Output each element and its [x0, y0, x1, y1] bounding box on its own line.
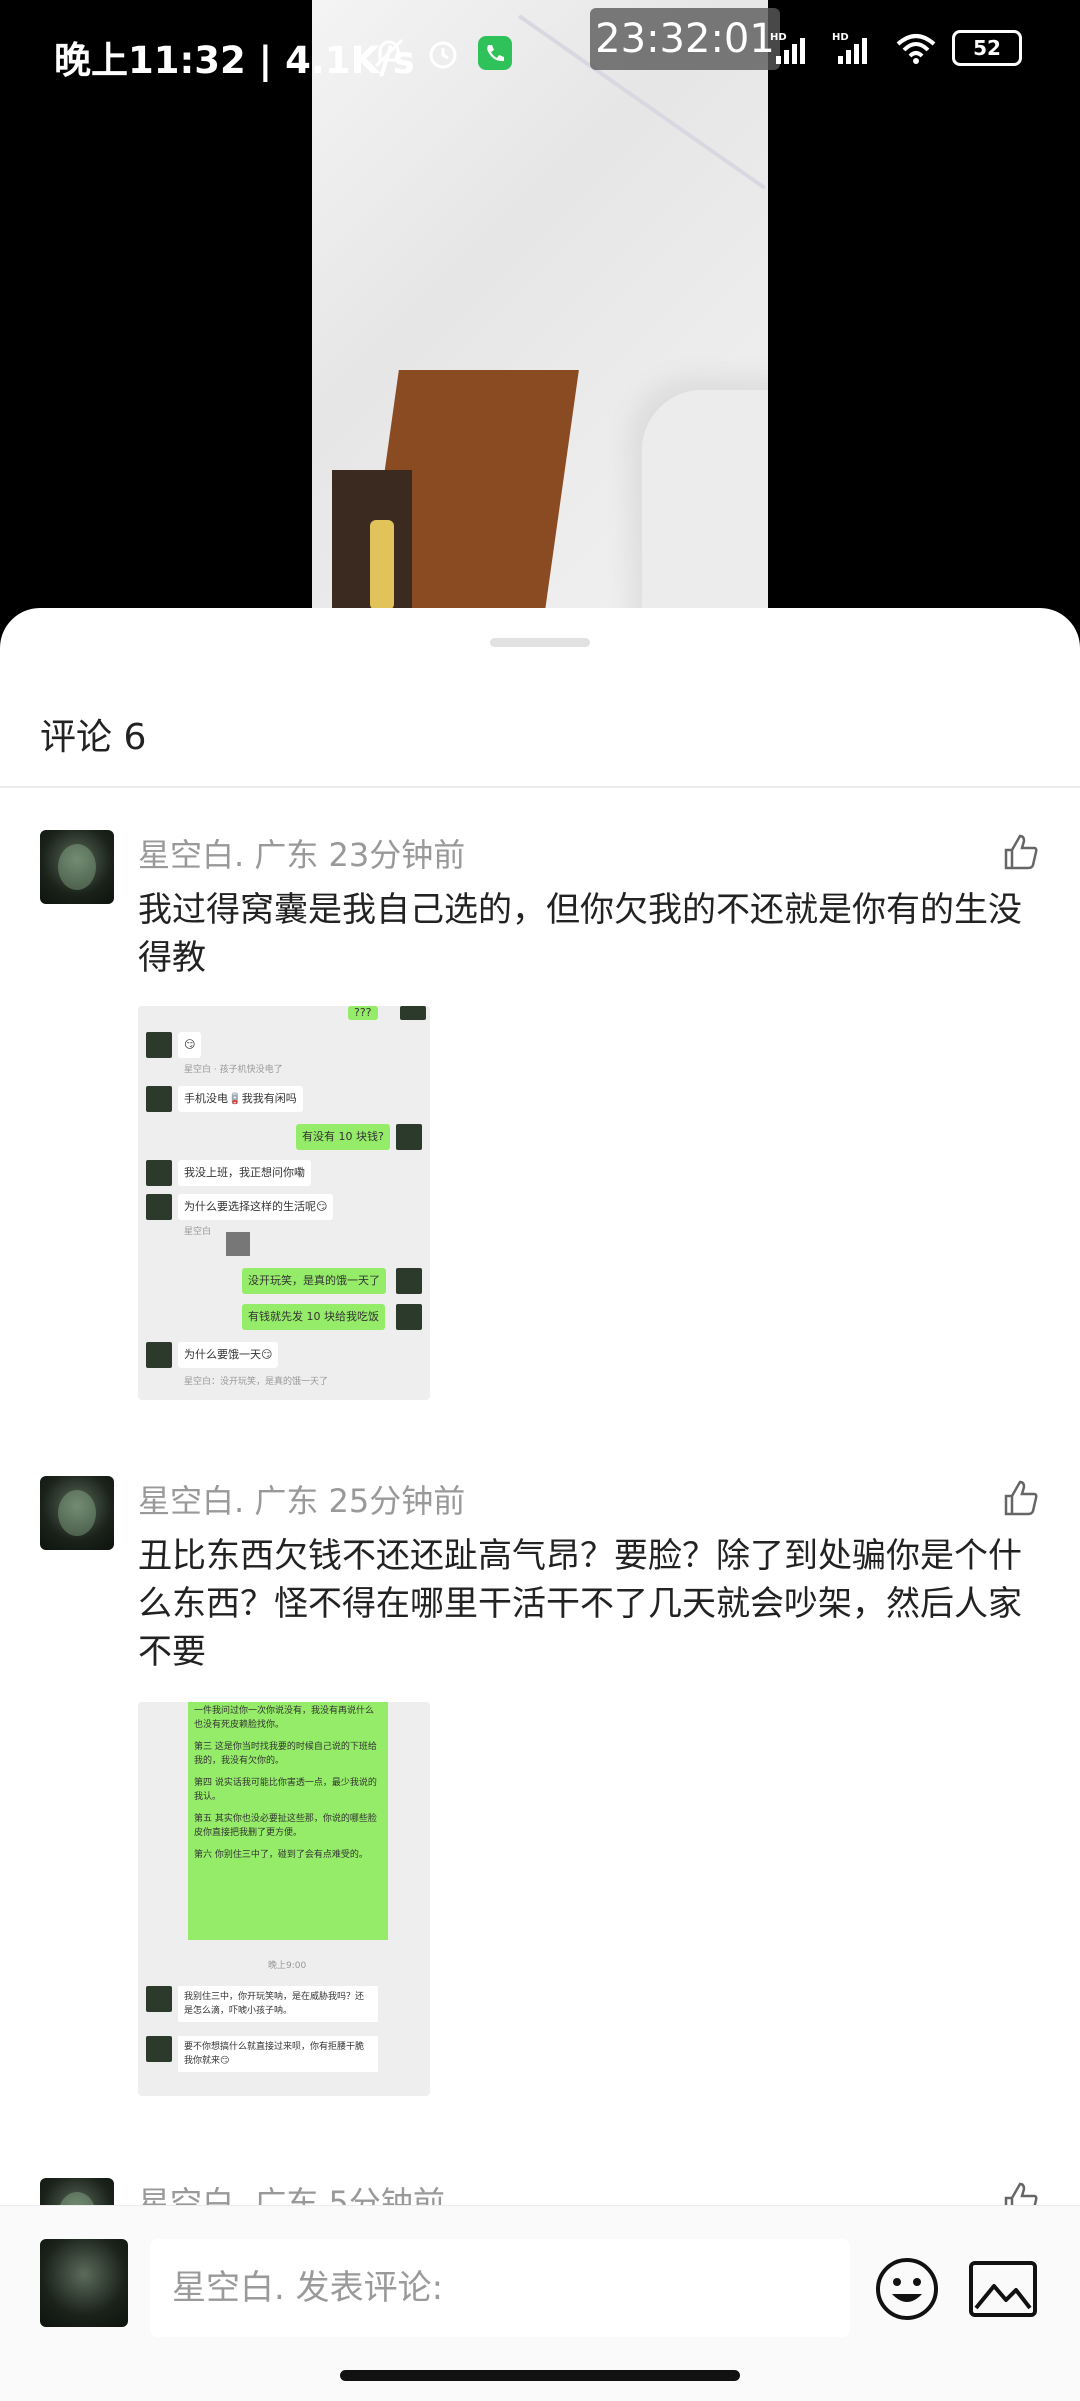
chat-block-line: 第四 说实话我可能比你害透一点，最少我说的我认。: [194, 1778, 377, 1802]
signal-hd-icon-2: HD: [832, 32, 867, 64]
phone-call-icon: [478, 36, 512, 70]
mini-avatar: [396, 1124, 422, 1150]
image-icon[interactable]: [968, 2260, 1038, 2318]
chat-system-text: 星空白: [184, 1227, 212, 1237]
mini-avatar: [146, 1986, 172, 2012]
wifi-icon: [896, 34, 936, 64]
mute-bell-icon: [374, 38, 404, 68]
mini-avatar: [146, 1086, 172, 1112]
chat-bubble: 要不你想搞什么就直接过来呗，你有拒腰干脆我你就来😏: [178, 2036, 378, 2072]
chat-bubble: 我别住三中，你开玩笑呐，是在威胁我吗？还是怎么滴，吓唬小孩子呐。: [178, 1986, 378, 2022]
mini-avatar: [146, 2036, 172, 2062]
chat-bubble: 为什么要饿一天😏: [178, 1342, 279, 1368]
thumbs-up-icon[interactable]: [1000, 832, 1040, 872]
mini-avatar: [146, 1342, 172, 1368]
svg-text:HD: HD: [770, 32, 787, 43]
comment-image[interactable]: 一件我问过你一次你说没有，我没有再说什么也没有死皮赖脸找你。 第三 这是你当时找…: [138, 1702, 430, 2096]
avatar[interactable]: [40, 1476, 114, 1550]
comment-meta[interactable]: 星空白. 广东 23分钟前: [138, 830, 465, 876]
chat-bubble: 有钱就先发 10 块给我吃饭: [242, 1304, 385, 1330]
mini-avatar: [146, 1160, 172, 1186]
chat-block-line: 一件我问过你一次你说没有，我没有再说什么也没有死皮赖脸找你。: [194, 1706, 375, 1730]
chat-block-line: 第五 其实你也没必要扯这些那，你说的哪些脸皮你直接把我删了更方便。: [194, 1814, 377, 1838]
chat-block-line: 第六 你别住三中了，碰到了会有点难受的。: [194, 1850, 368, 1860]
chat-bubble: 手机没电🪫我我有闲吗: [178, 1086, 303, 1112]
chat-bubble: 为什么要选择这样的生活呢😏: [178, 1194, 334, 1220]
chat-timestamp: 晚上9:00: [268, 1961, 307, 1971]
status-time: 晚上11:32: [54, 39, 246, 82]
alarm-icon: [429, 41, 457, 69]
mini-avatar: [146, 1194, 172, 1220]
status-bar: 晚上11:32 | 4.1K/s 23:32:01 HD HD 52: [0, 0, 1080, 110]
signal-hd-icon: HD: [770, 32, 805, 64]
battery-indicator: 52: [952, 30, 1022, 66]
comment-meta[interactable]: 星空白. 广东 25分钟前: [138, 1476, 465, 1522]
clock-overlay: 23:32:01: [590, 8, 780, 70]
mini-avatar: [400, 1006, 426, 1020]
thumbs-up-icon[interactable]: [1000, 1478, 1040, 1518]
chat-bubble: 我没上班，我正想问你嘞: [178, 1160, 311, 1186]
mini-avatar: [146, 1032, 172, 1058]
bedsheet-shape: [642, 390, 768, 610]
chat-block-line: 第三 这是你当时找我要的时候自己说的下班给我的，我没有欠你的。: [194, 1742, 377, 1766]
emoji-icon[interactable]: [874, 2256, 940, 2322]
avatar[interactable]: [40, 2239, 128, 2327]
avatar[interactable]: [40, 830, 114, 904]
comment-text[interactable]: 丑比东西欠钱不还还趾高气昂？要脸？除了到处骗你是个什么东西？怪不得在哪里干活干不…: [138, 1532, 1048, 1676]
chat-green-block: 一件我问过你一次你说没有，我没有再说什么也没有死皮赖脸找你。 第三 这是你当时找…: [188, 1702, 388, 1940]
chat-system-text: 星空白 · 孩子机快没电了: [184, 1065, 283, 1075]
sticker-image: [226, 1232, 250, 1256]
divider: [0, 786, 1080, 788]
chat-bubble: 有没有 10 块钱?: [296, 1124, 390, 1150]
chat-bubble: 😏: [178, 1032, 202, 1058]
bottle-shape: [370, 520, 394, 610]
chat-bubble: 没开玩笑，是真的饿一天了: [242, 1268, 386, 1294]
mini-avatar: [396, 1268, 422, 1294]
mini-avatar: [396, 1304, 422, 1330]
svg-text:HD: HD: [832, 32, 849, 43]
comment-image[interactable]: ??? 😏 星空白 · 孩子机快没电了 手机没电🪫我我有闲吗 有没有 10 块钱…: [138, 1006, 430, 1400]
comments-title: 评论 6: [40, 717, 147, 758]
comment-input[interactable]: 星空白. 发表评论:: [150, 2239, 850, 2337]
chat-system-text: 星空白：没开玩笑，是真的饿一天了: [184, 1377, 329, 1387]
comments-sheet: 评论 6 星空白. 广东 23分钟前 我过得窝囊是我自己选的，但你欠我的不还就是…: [0, 608, 1080, 2400]
comment-text[interactable]: 我过得窝囊是我自己选的，但你欠我的不还就是你有的生没得教: [138, 886, 1048, 982]
chat-bubble: ???: [348, 1006, 378, 1020]
home-indicator[interactable]: [340, 2370, 740, 2381]
drag-handle[interactable]: [490, 638, 590, 647]
